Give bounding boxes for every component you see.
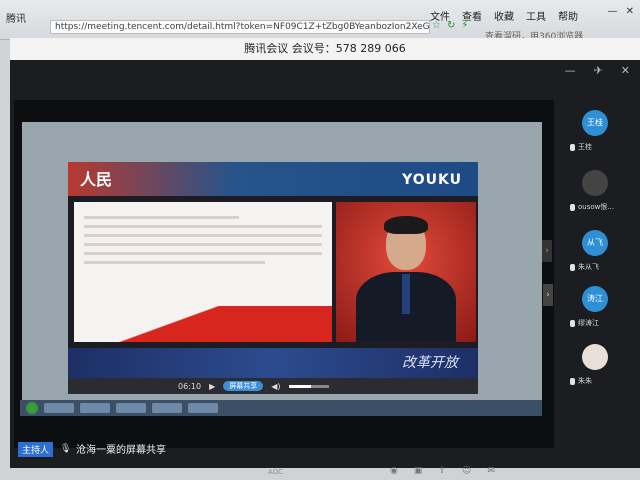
volume-slider-fill	[288, 384, 311, 388]
meeting-window: 腾讯会议 会议号：578 289 066 — ✈ ✕ 人民 YOUKU 改革开放…	[10, 38, 640, 468]
menu-favorites[interactable]: 收藏	[494, 8, 514, 23]
participant[interactable]: 王桂 王桂	[556, 110, 640, 170]
participant[interactable]: 涛江 缪涛江	[556, 286, 640, 346]
participant-name: 朱朱	[570, 376, 592, 386]
doc-line	[84, 243, 322, 246]
menu-view[interactable]: 查看	[462, 8, 482, 23]
taskbar-app	[44, 403, 74, 413]
share-pill[interactable]: 屏幕共享	[223, 381, 264, 391]
shared-taskbar	[20, 400, 542, 416]
time-display: 06:10	[178, 381, 202, 391]
volume-slider[interactable]	[288, 384, 329, 388]
chevron-right-icon[interactable]: ›	[542, 240, 552, 262]
menu-file[interactable]: 文件	[430, 8, 450, 23]
video-toggle-icon[interactable]: ▣	[414, 466, 423, 476]
doc-line	[84, 234, 322, 237]
site-logo: 人民	[80, 170, 113, 189]
participant-name-text: 朱朱	[578, 377, 592, 385]
browser-menu: 文件 查看 收藏 工具 帮助	[430, 8, 578, 23]
slogan-text: 改革开放	[402, 355, 458, 371]
speaker-video	[336, 202, 476, 342]
player-brand: YOUKU	[402, 172, 462, 188]
doc-decoration	[74, 306, 332, 342]
document-panel	[74, 202, 332, 342]
avatar: 从飞	[582, 230, 608, 256]
player-header: 人民 YOUKU	[68, 162, 478, 196]
participant-name: 朱从飞	[570, 262, 599, 272]
browser-toolbar: 腾讯 https://meeting.tencent.com/detail.ht…	[0, 0, 640, 42]
expand-participants-icon[interactable]: ›	[543, 284, 553, 306]
avatar: 王桂	[582, 110, 608, 136]
avatar	[582, 170, 608, 196]
mic-icon	[570, 263, 575, 271]
minimize-icon[interactable]: —	[565, 64, 576, 77]
meeting-toolbar: ◉ ▣ ⇪ ☺ ✉	[390, 466, 495, 476]
shared-desktop: 人民 YOUKU 改革开放 06:10 ▶ 屏幕共享 ◀)	[22, 122, 542, 400]
close-icon[interactable]: ✕	[626, 6, 634, 17]
mic-icon	[570, 143, 575, 151]
caption-bar: 改革开放	[68, 348, 478, 378]
mic-icon	[570, 319, 575, 327]
airplane-icon[interactable]: ✈	[594, 64, 603, 77]
player-controls: 06:10 ▶ 屏幕共享 ◀)	[68, 378, 478, 394]
play-icon[interactable]: ▶	[209, 382, 215, 391]
participant[interactable]: 从飞 朱从飞	[556, 230, 640, 290]
share-icon[interactable]: ⇪	[438, 466, 446, 476]
participant[interactable]: 朱朱	[556, 344, 640, 404]
participant[interactable]: ousow恨...	[556, 170, 640, 230]
mic-icon: 🎙	[60, 444, 72, 454]
volume-icon[interactable]: ◀)	[271, 382, 280, 391]
share-label: 沧海一粟的屏幕共享	[76, 445, 166, 456]
participant-name: ousow恨...	[570, 202, 614, 212]
members-icon[interactable]: ☺	[462, 466, 471, 476]
start-icon	[26, 402, 38, 414]
chat-icon[interactable]: ✉	[487, 466, 495, 476]
video-player[interactable]: 人民 YOUKU 改革开放 06:10 ▶ 屏幕共享 ◀)	[68, 162, 478, 394]
speaker-tie	[402, 274, 410, 314]
monitor-brand: AOC	[268, 468, 284, 476]
participant-name-text: 朱从飞	[578, 263, 599, 271]
address-bar[interactable]: https://meeting.tencent.com/detail.html?…	[50, 20, 430, 34]
mic-toggle-icon[interactable]: ◉	[390, 466, 398, 476]
participant-name-text: 王桂	[578, 143, 592, 151]
mic-icon	[570, 377, 575, 385]
taskbar-app	[152, 403, 182, 413]
taskbar-app	[188, 403, 218, 413]
meeting-window-controls: — ✈ ✕	[565, 60, 630, 80]
avatar	[582, 344, 608, 370]
participant-name-text: ousow恨...	[578, 203, 615, 211]
minimize-icon[interactable]: —	[608, 6, 618, 17]
menu-tools[interactable]: 工具	[526, 8, 546, 23]
doc-line	[84, 261, 265, 264]
close-icon[interactable]: ✕	[621, 64, 630, 77]
doc-line	[84, 252, 322, 255]
taskbar-app	[116, 403, 146, 413]
participant-list: 王桂 王桂 ousow恨... 从飞 朱从飞 涛江 缪涛江 朱朱	[556, 100, 640, 430]
mic-icon	[570, 203, 575, 211]
speaker-hair	[384, 216, 428, 234]
avatar: 涛江	[582, 286, 608, 312]
window-controls: — ✕	[608, 6, 634, 17]
doc-line	[84, 225, 322, 228]
shared-screen[interactable]: 人民 YOUKU 改革开放 06:10 ▶ 屏幕共享 ◀) ›	[14, 100, 554, 448]
participant-name: 缪涛江	[570, 318, 599, 328]
menu-help[interactable]: 帮助	[558, 8, 578, 23]
browser-tab[interactable]: 腾讯	[6, 10, 44, 26]
taskbar-app	[80, 403, 110, 413]
participant-name-text: 缪涛江	[578, 319, 599, 327]
doc-line	[84, 216, 239, 219]
host-tag: 主持人	[18, 442, 54, 457]
meeting-title: 腾讯会议 会议号：578 289 066	[10, 38, 640, 60]
participant-name: 王桂	[570, 142, 592, 152]
